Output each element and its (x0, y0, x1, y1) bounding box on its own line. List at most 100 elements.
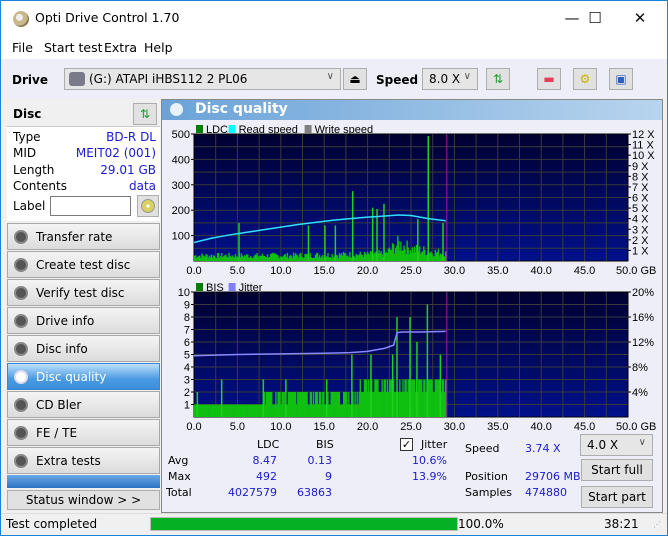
menu-start-test[interactable]: Start test (44, 40, 103, 55)
disc-contents-key: Contents (13, 179, 67, 193)
y-tick-label: 4 (184, 362, 190, 374)
x-tick-label: 5.0 (230, 265, 245, 277)
disc-icon (14, 426, 28, 440)
x-tick-label: 35.0 (487, 421, 508, 433)
disc-label-input[interactable] (50, 196, 131, 216)
drive-select[interactable]: (G:) ATAPI iHBS112 2 PL06 ∨ (64, 68, 341, 90)
disc-icon (14, 286, 28, 300)
test-speed-select[interactable]: 4.0 X ∨ (580, 434, 653, 456)
nav-create-test-disc[interactable]: Create test disc (7, 251, 160, 278)
refresh-icon: ⇅ (139, 107, 151, 121)
y2-tick-label: 8 X (632, 171, 649, 183)
data-spike (439, 354, 442, 417)
y-tick-label: 8 (184, 312, 190, 324)
data-bar (445, 379, 447, 417)
data-spike (262, 379, 265, 417)
x-tick-label: 20.0 (357, 265, 378, 277)
max-jitter: 13.9% (412, 470, 447, 483)
settings-button[interactable]: ⚙ (573, 68, 597, 90)
nav-fe-te[interactable]: FE / TE (7, 419, 160, 446)
close-icon: ✕ (633, 9, 647, 27)
nav-verify-test-disc[interactable]: Verify test disc (7, 279, 160, 306)
samples-value: 474880 (525, 486, 567, 499)
disc-title: Disc (13, 107, 42, 121)
nav-disc-info[interactable]: Disc info (7, 335, 160, 362)
maximize-button[interactable]: ☐ (572, 1, 618, 35)
menu-extra[interactable]: Extra (104, 40, 137, 55)
nav-label: FE / TE (36, 426, 78, 440)
progress-fill (151, 518, 457, 530)
disc-mid-value: MEIT02 (001) (75, 146, 156, 160)
charts: LDC Read speed Write speed0.0 5.0 10.0 15.0 20… (172, 124, 657, 433)
menu-file[interactable]: File (12, 40, 33, 55)
nav-label: Extra tests (36, 454, 101, 468)
save-button[interactable]: ▣ (609, 68, 633, 90)
disc-label-button[interactable] (137, 195, 159, 217)
drive-value: (G:) ATAPI iHBS112 2 PL06 (89, 72, 248, 86)
x-tick-label: 15.0 (313, 265, 334, 277)
start-full-button[interactable]: Start full (581, 459, 653, 481)
data-spike (417, 219, 419, 261)
avg-ldc: 8.47 (252, 454, 278, 467)
status-message: Test completed (6, 517, 98, 531)
data-spike (391, 354, 394, 417)
speed-select[interactable]: 8.0 X ∨ (422, 68, 478, 90)
erase-button[interactable]: ▬ (537, 68, 561, 90)
data-spike (325, 379, 328, 417)
nav-extra-tests[interactable]: Extra tests (7, 447, 160, 474)
status-bar: Test completed 100.0% 38:21 ⋰ (1, 513, 667, 533)
data-spike (426, 304, 429, 417)
max-ldc: 492 (256, 470, 277, 483)
resize-grip-icon[interactable]: ⋰ (653, 520, 661, 529)
progress-bar (150, 517, 458, 531)
data-spike (220, 379, 223, 417)
total-label: Total (166, 486, 192, 499)
x-tick-label: 10.0 (270, 265, 291, 277)
y2-tick-label: 16% (632, 312, 654, 324)
position-label: Position (465, 470, 508, 483)
data-spike (416, 342, 418, 417)
nav-cd-bler[interactable]: CD Bler (7, 391, 160, 418)
max-label: Max (168, 470, 191, 483)
data-bar (445, 251, 447, 261)
close-button[interactable]: ✕ (617, 1, 663, 35)
eject-button[interactable]: ⏏ (343, 68, 367, 90)
speed-value: 3.74 X (525, 442, 561, 455)
nav-filler (7, 475, 160, 488)
nav-label: CD Bler (36, 398, 82, 412)
position-value: 29706 MB (525, 470, 581, 483)
y-tick-label: 9 (184, 300, 190, 312)
status-window-button[interactable]: Status window > > (7, 490, 160, 510)
settings-icon: ⚙ (579, 72, 591, 86)
disc-icon (14, 454, 28, 468)
panel-title: Disc quality (195, 101, 288, 117)
chevron-down-icon: ∨ (463, 71, 471, 82)
menu-help[interactable]: Help (144, 40, 173, 55)
nav-transfer-rate[interactable]: Transfer rate (7, 223, 160, 250)
disc-header: Disc ⇅ (7, 101, 160, 127)
legend-swatch (196, 125, 203, 133)
nav-label: Verify test disc (36, 286, 125, 300)
start-part-button[interactable]: Start part (581, 486, 653, 508)
refresh-button[interactable]: ⇅ (486, 68, 510, 90)
chevron-down-icon: ∨ (638, 437, 646, 448)
jitter-checkbox[interactable]: ✓ (400, 438, 413, 451)
disc-refresh-button[interactable]: ⇅ (133, 103, 157, 125)
total-ldc: 4027579 (228, 486, 277, 499)
chevron-down-icon: ∨ (326, 71, 334, 82)
disc-type-key: Type (13, 130, 41, 144)
save-icon: ▣ (615, 72, 627, 86)
y2-tick-label: 2 X (632, 235, 649, 247)
nav-label: Transfer rate (36, 230, 113, 244)
y2-tick-label: 6 X (632, 193, 649, 205)
y2-tick-label: 5 X (632, 203, 649, 215)
data-spike (370, 354, 372, 417)
samples-label: Samples (465, 486, 512, 499)
nav-disc-quality[interactable]: Disc quality (7, 363, 160, 390)
disc-contents-row: Contents data (13, 179, 156, 195)
nav-drive-info[interactable]: Drive info (7, 307, 160, 334)
y-tick-label: 5 (184, 350, 190, 362)
data-spike (196, 392, 199, 417)
y2-tick-label: 4 X (632, 214, 649, 226)
x-tick-label: 10.0 (270, 421, 291, 433)
